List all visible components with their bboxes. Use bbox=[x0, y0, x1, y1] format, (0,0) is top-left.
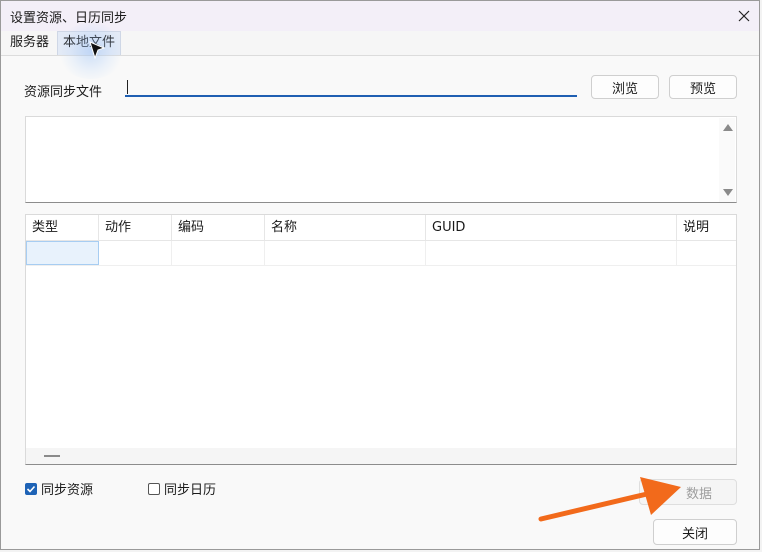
table-row[interactable] bbox=[26, 241, 736, 266]
tab-server[interactable]: 服务器 bbox=[6, 31, 53, 55]
data-button-label: 数据 bbox=[685, 486, 712, 502]
table-cell[interactable] bbox=[426, 241, 677, 265]
tab-strip: 服务器 本地文件 bbox=[1, 31, 759, 56]
sync-calendar-checkbox[interactable]: 同步日历 bbox=[148, 479, 216, 498]
log-textarea[interactable] bbox=[25, 116, 737, 203]
resource-sync-file-input[interactable] bbox=[125, 77, 577, 97]
text-caret bbox=[127, 80, 128, 94]
preview-button[interactable]: 预览 bbox=[669, 75, 737, 99]
sync-resources-checkbox[interactable]: 同步资源 bbox=[25, 479, 93, 498]
column-header-description[interactable]: 说明 bbox=[677, 215, 736, 240]
close-window-button[interactable] bbox=[729, 1, 759, 31]
resource-sync-file-label: 资源同步文件 bbox=[24, 85, 103, 100]
title-bar: 设置资源、日历同步 bbox=[1, 1, 759, 31]
scroll-thumb[interactable] bbox=[44, 455, 60, 457]
dialog-window: 设置资源、日历同步 服务器 本地文件 资源同步文件 浏览 预览 类型 动作 编码… bbox=[0, 0, 760, 550]
sync-resources-label: 同步资源 bbox=[41, 483, 94, 498]
table-cell[interactable] bbox=[99, 241, 172, 265]
browse-button[interactable]: 浏览 bbox=[591, 75, 659, 99]
checkbox-unchecked-icon bbox=[148, 482, 160, 495]
dialog-title: 设置资源、日历同步 bbox=[10, 11, 128, 26]
scroll-up-icon[interactable] bbox=[723, 124, 733, 131]
column-header-name[interactable]: 名称 bbox=[265, 215, 426, 240]
column-header-code[interactable]: 编码 bbox=[172, 215, 265, 240]
tab-local-file[interactable]: 本地文件 bbox=[57, 31, 122, 55]
table-cell[interactable] bbox=[677, 241, 736, 265]
column-header-action[interactable]: 动作 bbox=[99, 215, 172, 240]
table-header: 类型 动作 编码 名称 GUID 说明 bbox=[26, 215, 736, 241]
horizontal-scrollbar[interactable] bbox=[26, 448, 736, 464]
scroll-down-icon[interactable] bbox=[723, 189, 733, 196]
vertical-scrollbar[interactable] bbox=[719, 118, 735, 202]
column-header-type[interactable]: 类型 bbox=[26, 215, 99, 240]
column-header-guid[interactable]: GUID bbox=[426, 215, 677, 240]
checkbox-checked-icon bbox=[25, 482, 37, 495]
table-cell[interactable] bbox=[265, 241, 426, 265]
table-cell[interactable] bbox=[172, 241, 265, 265]
table-cell[interactable] bbox=[26, 241, 99, 265]
close-button[interactable]: 关闭 bbox=[653, 519, 737, 545]
data-button[interactable]: 数据 bbox=[639, 479, 737, 505]
close-icon bbox=[738, 10, 750, 22]
sync-table: 类型 动作 编码 名称 GUID 说明 bbox=[25, 214, 737, 465]
sync-calendar-label: 同步日历 bbox=[164, 483, 217, 498]
